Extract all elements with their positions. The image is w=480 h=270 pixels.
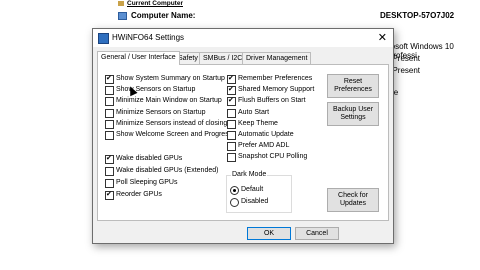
reset-preferences-button[interactable]: Reset Preferences <box>327 74 379 98</box>
checkbox-checked-icon <box>227 85 236 96</box>
checkbox-label: Wake disabled GPUs (Extended) <box>116 167 219 174</box>
cancel-button[interactable]: Cancel <box>295 227 339 240</box>
checkbox-checked-icon <box>227 74 236 84</box>
current-computer-header[interactable]: Current Computer <box>118 0 183 7</box>
checkbox-label: Minimize Sensors on Startup <box>116 108 206 116</box>
checkbox-checked-icon <box>105 74 114 84</box>
ok-button[interactable]: OK <box>247 227 291 240</box>
general-tab-page: Show System Summary on StartupShow Senso… <box>97 64 389 221</box>
dialog-title: HWiNFO64 Settings <box>112 33 185 42</box>
checkbox-empty-icon <box>227 131 236 140</box>
tab-general-user-interface[interactable]: General / User Interface <box>97 51 180 65</box>
radio-unselected-icon <box>230 198 239 207</box>
checkbox-empty-icon <box>227 153 236 163</box>
computer-name-label: Computer Name: <box>118 11 195 20</box>
close-icon[interactable]: ✕ <box>378 31 387 44</box>
checkbox-checked-icon <box>105 190 114 200</box>
checkbox-empty-icon <box>105 131 114 140</box>
computer-name-value: DESKTOP-57O7J02 <box>380 11 455 20</box>
checkbox-checked-icon <box>105 154 114 164</box>
checkbox-label: Prefer AMD ADL <box>238 142 290 150</box>
checkbox-label: Wake disabled GPUs <box>116 155 183 162</box>
tab-driver-management[interactable]: Driver Management <box>242 52 312 64</box>
checkbox-empty-icon <box>105 108 114 118</box>
checkbox-label: Reorder GPUs <box>116 191 162 198</box>
check-for-updates-button[interactable]: Check for Updates <box>327 188 379 212</box>
checkbox-empty-icon <box>227 119 236 129</box>
checkbox-empty-icon <box>227 142 236 152</box>
checkbox-empty-icon <box>105 86 114 96</box>
checkbox-checked-icon <box>227 96 236 107</box>
dialog-titlebar[interactable]: HWiNFO64 Settings ✕ <box>93 29 393 47</box>
checkbox-label: Poll Sleeping GPUs <box>116 179 178 186</box>
folder-icon <box>118 0 124 6</box>
dark-mode-group: Dark Mode Default Disabled <box>226 171 292 213</box>
radio-selected-icon <box>230 186 239 195</box>
checkbox-label: Keep Theme <box>238 119 278 127</box>
checkbox-empty-icon <box>105 179 114 188</box>
checkbox-label: Minimize Main Window on Startup <box>116 97 222 105</box>
checkbox-empty-icon <box>105 119 114 129</box>
dark-mode-title: Dark Mode <box>231 171 268 178</box>
checkbox-label: Automatic Update <box>238 131 294 138</box>
settings-dialog: HWiNFO64 Settings ✕ General / User Inter… <box>92 28 394 244</box>
checkbox-label: Shared Memory Support <box>238 86 315 94</box>
checkbox-label: Minimize Sensors instead of closing <box>116 119 228 127</box>
computer-icon <box>118 11 127 20</box>
hwinfo-app-icon <box>98 33 109 44</box>
checkbox-label: Flush Buffers on Start <box>238 97 306 105</box>
checkbox-empty-icon <box>105 167 114 176</box>
tab-smbus-i2c[interactable]: SMBus / I2C <box>199 52 247 64</box>
checkbox-empty-icon <box>105 97 114 107</box>
checkbox-empty-icon <box>227 108 236 118</box>
checkbox-label: Show System Summary on Startup <box>116 75 225 82</box>
checkbox-label: Snapshot CPU Polling <box>238 153 308 161</box>
backup-user-settings-button[interactable]: Backup User Settings <box>327 102 379 126</box>
checkbox-label: Remember Preferences <box>238 75 313 82</box>
checkbox-label: Show Welcome Screen and Progress <box>116 131 233 138</box>
checkbox-label: Auto Start <box>238 108 270 116</box>
